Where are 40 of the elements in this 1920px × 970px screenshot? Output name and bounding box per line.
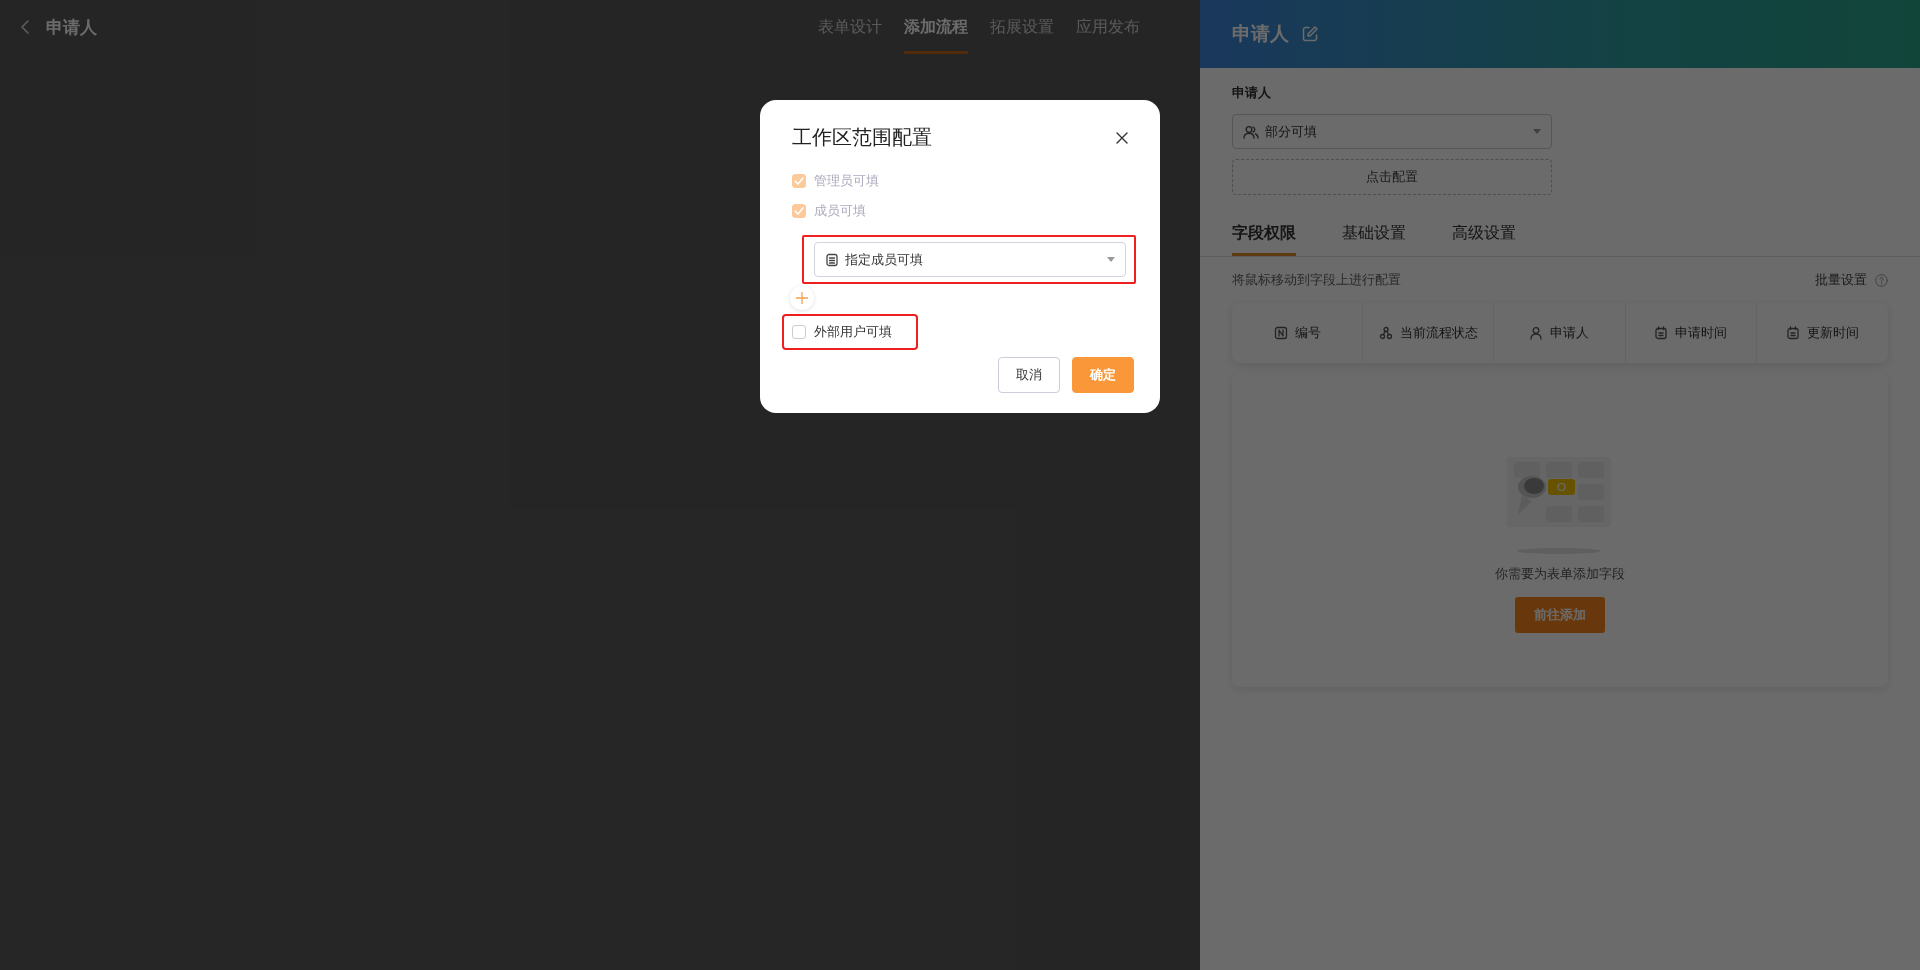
- document-icon: [825, 252, 839, 267]
- settings-tab[interactable]: 字段权限: [1232, 217, 1296, 256]
- checkbox-option[interactable]: 外部用户可填: [784, 316, 916, 348]
- settings-tab[interactable]: 基础设置: [1342, 217, 1406, 256]
- panel-title: 申请人: [1232, 21, 1289, 46]
- hint-text: 将鼠标移动到字段上进行配置: [1232, 271, 1401, 289]
- checkbox-option: 成员可填: [792, 199, 866, 223]
- field-chip[interactable]: 编号: [1232, 303, 1364, 363]
- person-icon: [1529, 326, 1544, 340]
- checkbox[interactable]: [792, 325, 806, 339]
- page-title: 申请人: [46, 15, 97, 39]
- step-tab[interactable]: 添加流程: [904, 0, 968, 54]
- go-add-button[interactable]: 前往添加: [1515, 597, 1605, 633]
- settings-tab[interactable]: 高级设置: [1452, 217, 1516, 256]
- close-icon[interactable]: [1116, 131, 1128, 144]
- calendar-icon: [1785, 326, 1800, 340]
- configure-button[interactable]: 点击配置: [1232, 159, 1552, 195]
- add-button[interactable]: [790, 286, 814, 310]
- field-chip[interactable]: 申请时间: [1625, 303, 1757, 363]
- nodes-icon: [1378, 326, 1393, 340]
- letter-n-square-icon: [1273, 326, 1288, 340]
- cancel-button[interactable]: 取消: [998, 357, 1060, 393]
- field-chip[interactable]: 当前流程状态: [1363, 303, 1495, 363]
- permission-select[interactable]: 部分可填: [1232, 114, 1552, 149]
- empty-message: 你需要为表单添加字段: [1495, 565, 1625, 583]
- checkbox-option: 管理员可填: [792, 169, 879, 193]
- people-icon: [1243, 124, 1259, 139]
- member-select[interactable]: 指定成员可填: [814, 242, 1126, 277]
- calendar-icon: [1654, 326, 1669, 340]
- plus-icon: [796, 292, 808, 304]
- field-chip[interactable]: 申请人: [1494, 303, 1626, 363]
- caret-icon: [1107, 257, 1115, 262]
- field-chip[interactable]: 更新时间: [1756, 303, 1888, 363]
- caret-icon: [1533, 129, 1541, 134]
- field-label: 申请人: [1232, 84, 1272, 102]
- batch-settings-link[interactable]: 批量设置: [1815, 271, 1888, 289]
- confirm-button[interactable]: 确定: [1072, 357, 1134, 393]
- edit-icon[interactable]: [1301, 25, 1319, 43]
- dialog-title: 工作区范围配置: [792, 124, 932, 151]
- help-icon: [1875, 273, 1888, 287]
